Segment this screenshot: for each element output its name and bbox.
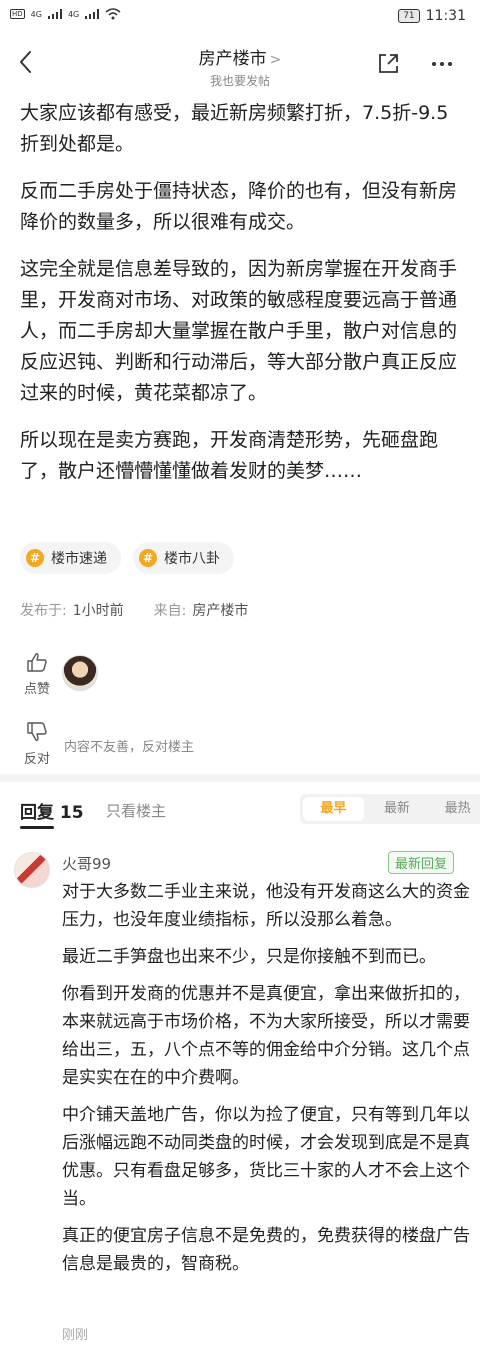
- reply-time: 刚刚: [62, 1328, 89, 1343]
- sort-switcher: 最早 最新 最热: [300, 794, 480, 824]
- signal-icon-2: [85, 9, 100, 19]
- forum-title: 房产楼市: [198, 49, 267, 69]
- replies-label: 回复: [20, 803, 54, 823]
- post-paragraph: 大家应该都有感受，最近新房频繁打折，7.5折-9.5折到处都是。: [20, 102, 449, 155]
- sort-earliest[interactable]: 最早: [303, 797, 364, 821]
- post-subtitle[interactable]: 我也要发帖: [0, 72, 480, 89]
- network-label-2: 4G: [67, 9, 80, 19]
- source-label: 来自:: [153, 603, 187, 619]
- post-paragraph: 反而二手房处于僵持状态，降价的也有，但没有新房降价的数量多，所以很难有成交。: [20, 180, 458, 233]
- tab-only-op[interactable]: 只看楼主: [106, 800, 166, 821]
- source-forum-link[interactable]: 房产楼市: [192, 600, 248, 620]
- reply-paragraph: 你看到开发商的优惠并不是真便宜，拿出来做折扣的，本来就远高于市场价格，不为大家所…: [62, 984, 470, 1088]
- thumbs-up-icon: [27, 653, 47, 672]
- reply-body: 对于大多数二手业主来说，他没有开发商这么大的资金压力，也没年度业绩指标，所以没那…: [62, 878, 472, 1287]
- post-body: 大家应该都有感受，最近新房频繁打折，7.5折-9.5折到处都是。 反而二手房处于…: [20, 98, 466, 503]
- share-icon[interactable]: [376, 52, 400, 76]
- replies-header: 回复 15 只看楼主 最早 最新 最热: [20, 794, 480, 829]
- tag-label: 楼市速递: [51, 551, 107, 567]
- forum-title-block[interactable]: 房产楼市 > 我也要发帖: [0, 44, 480, 89]
- hd-indicator: HD: [10, 9, 25, 19]
- replies-count: 15: [59, 803, 84, 823]
- post-meta: 发布于: 1小时前 来自: 房产楼市: [20, 600, 248, 620]
- sort-hottest[interactable]: 最热: [427, 794, 480, 824]
- network-label: 4G: [30, 9, 42, 19]
- active-tab-underline: [20, 826, 54, 829]
- dislike-button[interactable]: 反对: [20, 722, 54, 767]
- signal-icon: [47, 9, 62, 19]
- thumbs-down-icon: [27, 722, 47, 741]
- wifi-icon: [105, 8, 121, 20]
- dislike-label: 反对: [23, 752, 50, 767]
- reply-paragraph: 最近二手笋盘也出来不少，只是你接触不到而已。: [62, 947, 436, 967]
- posted-time: 1小时前: [72, 603, 124, 619]
- battery-indicator: 71: [398, 9, 420, 23]
- post-paragraph: 这完全就是信息差导致的，因为新房掌握在开发商手里，开发商对市场、对政策的敏感程度…: [20, 258, 458, 404]
- status-bar: HD 4G 4G 71 11:31: [0, 0, 480, 34]
- clock: 11:31: [425, 8, 466, 24]
- reply-paragraph: 真正的便宜房子信息不是免费的，免费获得的楼盘广告信息是最贵的，智商税。: [62, 1226, 470, 1274]
- latest-reply-badge: 最新回复: [388, 851, 455, 874]
- hashtag-icon: #: [139, 549, 157, 567]
- reply-paragraph: 中介铺天盖地广告，你以为捡了便宜，只有等到几年以后涨幅远跑不动同类盘的时候，才会…: [62, 1105, 470, 1209]
- dislike-note: 内容不友善，反对楼主: [64, 740, 195, 755]
- posted-label: 发布于:: [20, 603, 67, 619]
- tag-label: 楼市八卦: [164, 551, 220, 567]
- reply-paragraph: 对于大多数二手业主来说，他没有开发商这么大的资金压力，也没年度业绩指标，所以没那…: [62, 882, 470, 930]
- reply-avatar[interactable]: [14, 852, 50, 888]
- chevron-right-icon: >: [269, 52, 282, 68]
- liker-avatar[interactable]: [62, 655, 98, 691]
- reply-author[interactable]: 火哥99: [62, 853, 111, 874]
- more-icon[interactable]: [430, 52, 454, 76]
- hashtag-icon: #: [26, 549, 44, 567]
- tag-list: # 楼市速递 # 楼市八卦: [20, 542, 234, 574]
- nav-bar: 房产楼市 > 我也要发帖: [0, 34, 480, 94]
- sort-latest[interactable]: 最新: [367, 794, 428, 824]
- like-label: 点赞: [23, 682, 50, 697]
- tag-chip[interactable]: # 楼市速递: [20, 542, 121, 574]
- post-paragraph: 所以现在是卖方赛跑，开发商清楚形势，先砸盘跑了，散户还懵懵懂懂做着发财的美梦……: [20, 429, 439, 482]
- tag-chip[interactable]: # 楼市八卦: [133, 542, 234, 574]
- like-button[interactable]: 点赞: [20, 652, 54, 697]
- section-divider: [0, 774, 480, 782]
